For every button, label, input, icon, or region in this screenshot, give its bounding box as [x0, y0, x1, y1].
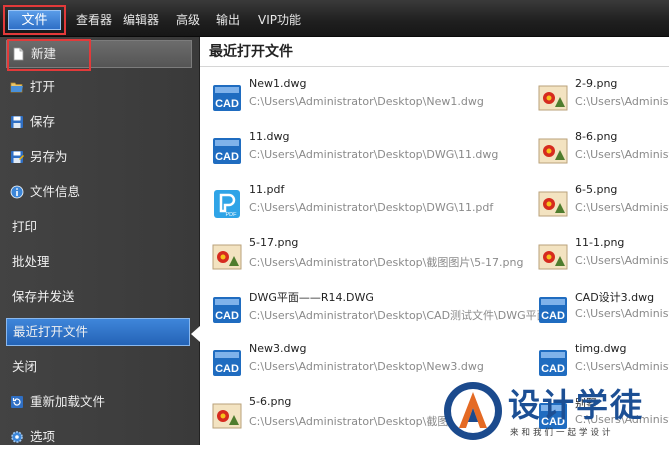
- cad-icon-label: CAD: [215, 363, 239, 375]
- file-name: 8-6.png: [575, 130, 618, 143]
- floppy-save-icon: [11, 116, 23, 128]
- file-name: 11-1.png: [575, 236, 625, 249]
- options-gear-icon: [11, 431, 23, 443]
- sidebar-item-recent[interactable]: 最近打开文件: [6, 318, 190, 346]
- menu-item-file[interactable]: 文件: [8, 10, 61, 30]
- file-path: C:\Users\Administ: [575, 95, 669, 108]
- recent-file-item[interactable]: 6-5.png C:\Users\Administ: [538, 183, 669, 227]
- cad-file-icon: CAD: [539, 297, 567, 323]
- page-title: 最近打开文件: [209, 44, 293, 60]
- cad-file-icon: CAD: [213, 85, 241, 111]
- file-name: DWG平面——R14.DWG: [249, 291, 374, 304]
- file-path: C:\Users\Administrator\Desktop\New1.dwg: [249, 95, 484, 108]
- sidebar-item-close[interactable]: 关闭: [6, 354, 194, 380]
- recent-file-item[interactable]: 8-6.png C:\Users\Administ: [538, 130, 669, 174]
- menu-item-output[interactable]: 输出: [216, 10, 240, 30]
- recent-file-item[interactable]: CAD CAD设计3.dwg C:\Users\Administ: [538, 289, 669, 333]
- file-path: C:\Users\Administ: [575, 360, 669, 373]
- file-name: 11.pdf: [249, 183, 285, 196]
- cad-file-icon: CAD: [539, 350, 567, 376]
- image-file-icon: [212, 244, 242, 270]
- pdf-icon-label: PDF: [226, 212, 238, 218]
- menu-item-viewer[interactable]: 查看器: [76, 10, 112, 30]
- sidebar-item-label: 关闭: [12, 359, 38, 374]
- watermark-emblem-icon: [444, 382, 502, 440]
- sidebar-item-save-as[interactable]: 另存为: [6, 144, 194, 170]
- image-file-icon: [538, 85, 568, 111]
- sidebar-item-save-send[interactable]: 保存并发送: [6, 284, 194, 310]
- image-file-icon: [538, 138, 568, 164]
- image-file-icon: [538, 244, 568, 270]
- sidebar-item-reload[interactable]: 重新加载文件: [6, 389, 194, 415]
- cad-icon-label: CAD: [215, 151, 239, 163]
- watermark-subtitle: 来和我们一起学设计: [510, 428, 614, 438]
- sidebar-item-save[interactable]: 保存: [6, 109, 194, 135]
- new-document-icon: [13, 47, 24, 61]
- menu-item-advanced[interactable]: 高级: [176, 10, 200, 30]
- cad-file-icon: CAD: [213, 297, 241, 323]
- cad-icon-label: CAD: [541, 363, 565, 375]
- sidebar-item-options[interactable]: 选项: [6, 424, 194, 450]
- cad-icon-label: CAD: [215, 310, 239, 322]
- file-name: New3.dwg: [249, 342, 307, 355]
- recent-file-item[interactable]: 11-1.png C:\Users\Administ: [538, 236, 669, 280]
- floppy-save-as-icon: [11, 151, 24, 163]
- file-path: C:\Users\Administrator\Desktop\DWG\11.dw…: [249, 148, 499, 161]
- sidebar-item-label: 重新加载文件: [30, 394, 106, 409]
- file-path: C:\Users\Administrator\Desktop\New3.dwg: [249, 360, 484, 373]
- sidebar-item-label: 最近打开文件: [13, 324, 89, 339]
- file-path: C:\Users\Administrator\Desktop\CAD测试文件\D…: [249, 309, 548, 322]
- sidebar-item-label: 保存: [30, 114, 56, 129]
- reload-icon: [11, 396, 23, 408]
- image-file-icon: [212, 403, 242, 429]
- watermark-logo: 设计学徒 来和我们一起学设计: [440, 378, 669, 445]
- file-name: timg.dwg: [575, 342, 627, 355]
- cad-icon-label: CAD: [541, 310, 565, 322]
- file-path: C:\Users\Administ: [575, 148, 669, 161]
- file-path: C:\Users\Administ: [575, 254, 669, 267]
- recent-file-item[interactable]: 2-9.png C:\Users\Administ: [538, 77, 669, 121]
- menu-file-highlight[interactable]: 文件: [3, 5, 66, 35]
- sidebar-item-label: 打印: [12, 219, 38, 234]
- cad-file-icon: CAD: [213, 138, 241, 164]
- sidebar-item-label: 批处理: [12, 254, 50, 269]
- info-icon: [10, 185, 24, 199]
- menu-bar: 文件 查看器 编辑器 高级 输出 VIP功能: [0, 0, 669, 37]
- sidebar-item-new[interactable]: 新建: [6, 40, 192, 68]
- sidebar-item-open[interactable]: 打开: [6, 74, 194, 100]
- pdf-file-icon: PDF: [214, 190, 240, 218]
- file-path: C:\Users\Administ: [575, 201, 669, 214]
- file-name: 2-9.png: [575, 77, 618, 90]
- sidebar-item-label: 选项: [30, 429, 56, 444]
- sidebar-item-print[interactable]: 打印: [6, 214, 194, 240]
- cad-file-icon: CAD: [213, 350, 241, 376]
- sidebar-item-label: 新建: [31, 46, 57, 61]
- menu-item-editor[interactable]: 编辑器: [123, 10, 159, 30]
- sidebar-item-label: 另存为: [30, 149, 68, 164]
- open-folder-icon: [10, 82, 23, 93]
- file-name: CAD设计3.dwg: [575, 291, 655, 304]
- file-sidebar: 新建 打开 保存 另存为 文件信息 打印 批处理 保存并发送 最近打开文件 关闭…: [0, 37, 200, 445]
- cad-icon-label: CAD: [215, 98, 239, 110]
- file-name: 11.dwg: [249, 130, 290, 143]
- sidebar-item-label: 保存并发送: [12, 289, 75, 304]
- file-name: 6-5.png: [575, 183, 618, 196]
- file-name: New1.dwg: [249, 77, 307, 90]
- sidebar-item-label: 文件信息: [30, 184, 81, 199]
- file-name: 5-6.png: [249, 395, 292, 408]
- menu-item-vip[interactable]: VIP功能: [258, 10, 301, 30]
- file-path: C:\Users\Administrator\Desktop\截图图片\5-17…: [249, 256, 524, 269]
- sidebar-item-file-info[interactable]: 文件信息: [6, 179, 194, 205]
- sidebar-item-batch[interactable]: 批处理: [6, 249, 194, 275]
- file-path: C:\Users\Administrator\Desktop\DWG\11.pd…: [249, 201, 494, 214]
- watermark-title: 设计学徒: [508, 386, 645, 424]
- sidebar-item-label: 打开: [30, 79, 56, 94]
- file-path: C:\Users\Administrator\Desktop\截图图片: [249, 415, 471, 428]
- file-path: C:\Users\Administ: [575, 307, 669, 320]
- title-divider: [200, 66, 669, 67]
- image-file-icon: [538, 191, 568, 217]
- active-pointer-arrow: [191, 326, 200, 342]
- file-name: 5-17.png: [249, 236, 299, 249]
